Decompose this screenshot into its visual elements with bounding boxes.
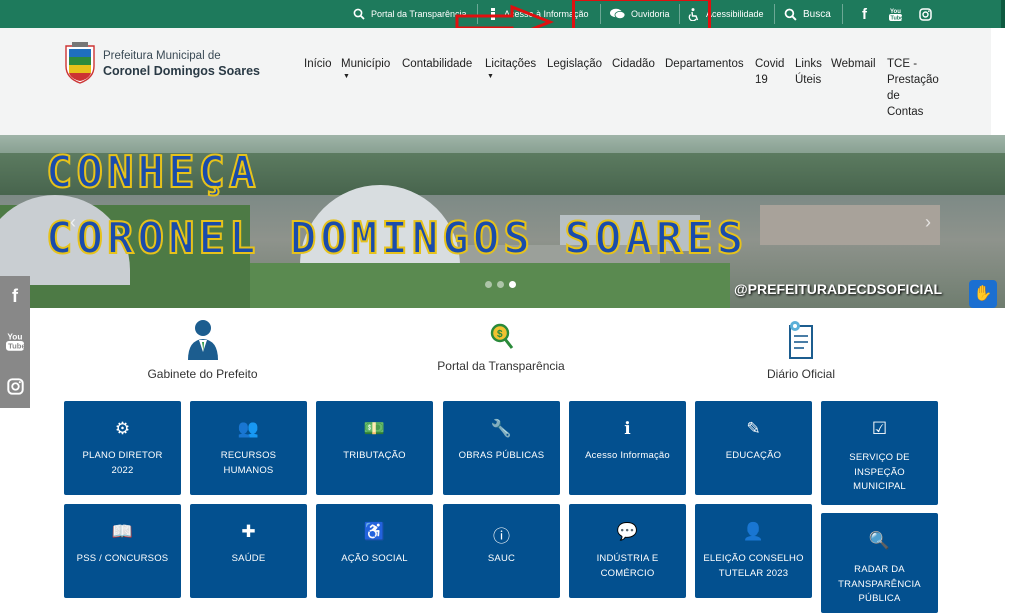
nav-tce-prestacao-contas[interactable]: TCE - Prestação de Contas (887, 56, 939, 120)
floating-social-bar: f You Tube (0, 276, 30, 408)
service-tile-label: SERVIÇO DE INSPEÇÃO MUNICIPAL (849, 452, 910, 492)
medkit-icon: ✚ (241, 522, 256, 541)
service-tile[interactable]: ⓘ SAUC (443, 504, 560, 598)
quick-link-portal-transparencia[interactable]: $ Portal da Transparência (420, 322, 582, 373)
brand-line-2: Coronel Domingos Soares (103, 64, 260, 78)
search-icon (784, 8, 797, 21)
carousel-dot-active[interactable] (509, 281, 516, 288)
banner-prev-arrow-icon[interactable]: ‹ (70, 212, 76, 233)
nav-licitacoes[interactable]: Licitações ▼ (485, 56, 536, 82)
caret-down-icon: ▼ (343, 73, 350, 80)
service-tile-label: PSS / CONCURSOS (76, 553, 169, 564)
svg-text:Tube: Tube (8, 342, 24, 351)
youtube-icon[interactable]: You Tube (0, 331, 30, 356)
quick-link-gabinete[interactable]: Gabinete do Prefeito (130, 318, 275, 381)
service-tile-label: RECURSOS HUMANOS (220, 450, 277, 476)
carousel-dots (485, 281, 516, 288)
service-tile[interactable]: 🔧 OBRAS PÚBLICAS (443, 401, 560, 495)
nav-municipio[interactable]: Município ▼ (341, 56, 390, 82)
service-tile[interactable]: ℹ Acesso Informação (569, 401, 686, 495)
gears-icon: ⚙ (114, 419, 131, 438)
person-icon (187, 320, 218, 360)
facebook-icon[interactable]: f (862, 6, 867, 23)
wrench-icon: 🔧 (490, 419, 513, 438)
nav-webmail[interactable]: Webmail (831, 56, 876, 72)
service-tile-label: Acesso Informação (585, 450, 670, 461)
service-tile-label: SAUC (487, 553, 516, 564)
topbar-label: Portal da Transparência (371, 9, 467, 19)
service-tile-label: EDUCAÇÃO (725, 450, 782, 461)
nav-legislacao[interactable]: Legislação (547, 56, 602, 72)
service-tile[interactable]: ♿ AÇÃO SOCIAL (316, 504, 433, 598)
service-tile-label: RADAR DA TRANSPARÊNCIA PÚBLICA (838, 564, 921, 604)
service-tile[interactable]: 💬 INDÚSTRIA E COMÉRCIO (569, 504, 686, 598)
instagram-icon[interactable] (0, 378, 30, 400)
nav-cidadao[interactable]: Cidadão (612, 56, 655, 72)
svg-text:$: $ (497, 329, 503, 340)
topbar-label: Busca (803, 8, 831, 20)
service-tile[interactable]: 💵 TRIBUTAÇÃO (316, 401, 433, 495)
service-tile-label: SAÚDE (231, 553, 266, 564)
nav-links-uteis[interactable]: Links Úteis (795, 56, 822, 88)
quick-link-diario-oficial[interactable]: Diário Oficial (735, 320, 867, 381)
instagram-icon[interactable] (919, 6, 938, 22)
service-tile-label: ELEIÇÃO CONSELHO TUTELAR 2023 (703, 553, 804, 579)
service-tile-label: OBRAS PÚBLICAS (458, 450, 545, 461)
nav-covid[interactable]: Covid 19 (755, 56, 784, 88)
topbar-portal-transparencia[interactable]: Portal da Transparência (353, 6, 467, 22)
nav-departamentos[interactable]: Departamentos (665, 56, 744, 72)
carousel-dot[interactable] (497, 281, 504, 288)
search-icon (353, 8, 365, 20)
banner-social-handle: @PREFEITURADECDSOFICIAL (734, 281, 943, 297)
service-tile[interactable]: 👤 ELEIÇÃO CONSELHO TUTELAR 2023 (695, 504, 812, 598)
service-tile[interactable]: 📖 PSS / CONCURSOS (64, 504, 181, 598)
nav-inicio[interactable]: Início (304, 56, 332, 72)
quick-link-label: Diário Oficial (766, 367, 835, 381)
quick-link-label: Portal da Transparência (437, 359, 565, 373)
service-tile-label: TRIBUTAÇÃO (343, 450, 406, 461)
service-tile-label: INDÚSTRIA E COMÉRCIO (596, 553, 659, 579)
banner-title-line-2: CORONEL DOMINGOS SOARES (45, 213, 748, 264)
user-icon: 👤 (742, 522, 765, 541)
document-icon (789, 321, 813, 359)
facebook-icon[interactable]: f (0, 286, 30, 307)
municipal-crest-logo[interactable] (63, 42, 97, 84)
book-icon: 📖 (111, 522, 134, 541)
libras-hands-icon[interactable]: ✋ (969, 280, 997, 308)
banner-title-line-1: CONHEÇA (45, 147, 260, 198)
service-tile[interactable]: 🔍 RADAR DA TRANSPARÊNCIA PÚBLICA (821, 513, 938, 613)
service-tile[interactable]: ⚙ PLANO DIRETOR 2022 (64, 401, 181, 495)
nav-contabilidade[interactable]: Contabilidade (402, 56, 472, 72)
chat-icon: 💬 (616, 522, 639, 541)
service-tile[interactable]: ✎ EDUCAÇÃO (695, 401, 812, 495)
service-tile[interactable]: ☑ SERVIÇO DE INSPEÇÃO MUNICIPAL (821, 401, 938, 505)
banner-next-arrow-icon[interactable]: › (925, 212, 931, 233)
checkbox-icon: ☑ (871, 419, 888, 438)
info-icon: ℹ (624, 419, 631, 438)
wheelchair-icon: ♿ (363, 522, 386, 541)
service-tile[interactable]: 👥 RECURSOS HUMANOS (190, 401, 307, 495)
brand-line-1: Prefeitura Municipal de (103, 50, 221, 62)
carousel-dot[interactable] (485, 281, 492, 288)
youtube-icon[interactable]: You Tube (889, 6, 908, 22)
service-tile-label: AÇÃO SOCIAL (341, 553, 408, 564)
service-tile[interactable]: ✚ SAÚDE (190, 504, 307, 598)
pencil-icon: ✎ (746, 419, 761, 438)
service-tile-label: PLANO DIRETOR 2022 (82, 450, 163, 476)
info-circle-icon: ⓘ (493, 527, 510, 546)
users-icon: 👥 (237, 419, 260, 438)
quick-link-label: Gabinete do Prefeito (147, 367, 258, 381)
money-icon: 💵 (363, 419, 386, 438)
zoom-in-icon: 🔍 (868, 531, 891, 550)
topbar-busca[interactable]: Busca (784, 6, 831, 22)
topbar-label: Acessibilidade (706, 9, 764, 19)
svg-text:You: You (7, 332, 22, 342)
magnifier-coin-icon: $ (490, 323, 514, 349)
caret-down-icon: ▼ (487, 73, 494, 80)
svg-text:Tube: Tube (891, 16, 903, 21)
